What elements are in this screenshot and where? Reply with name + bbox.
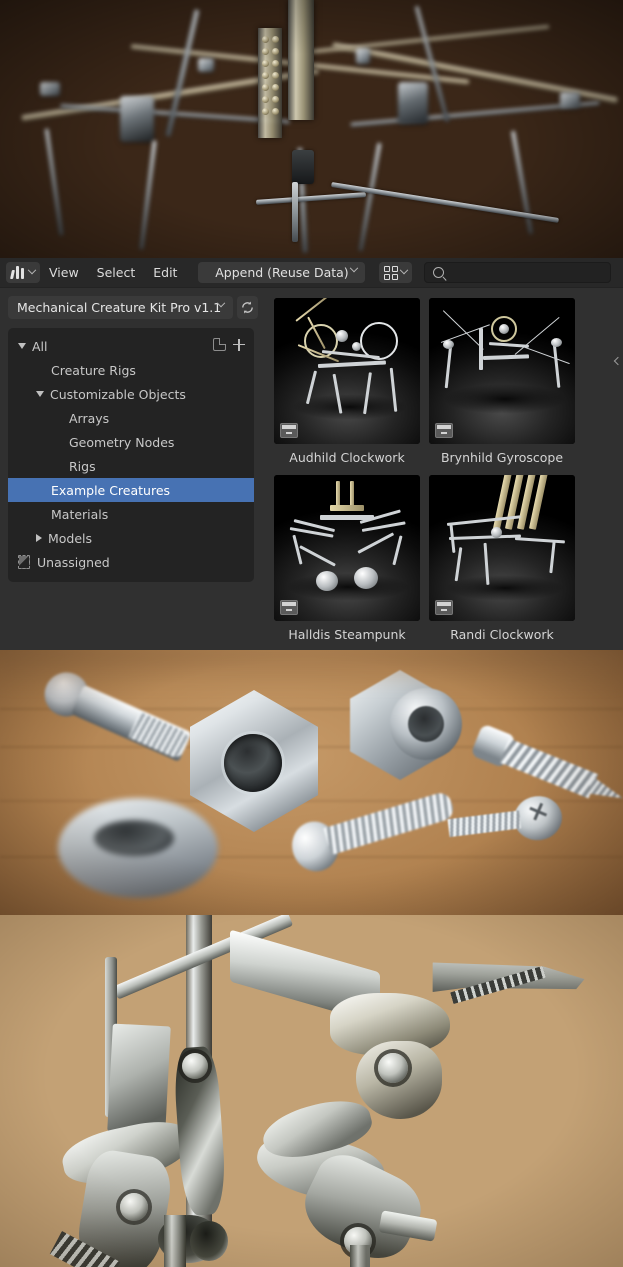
catalog-tree-item[interactable]: All [8, 334, 254, 358]
asset-grid-region: Audhild Clockwork Brynhild Gyroscope Hal… [266, 288, 623, 650]
catalog-tree-item-label: Materials [51, 506, 109, 522]
asset-thumbnail[interactable] [429, 475, 575, 621]
catalog-tree-item-label: Example Creatures [51, 482, 171, 498]
asset-label: Audhild Clockwork [289, 450, 405, 465]
catalog-tree-item-label: Arrays [69, 410, 110, 426]
library-row: Mechanical Creature Kit Pro v1.1 [8, 296, 258, 319]
chevron-down-icon [350, 263, 359, 273]
mechanical-sculpture-photo [0, 0, 623, 258]
import-method-label: Append (Reuse Data) [215, 265, 349, 280]
catalog-tree-item-label: Customizable Objects [50, 386, 186, 402]
refresh-library-button[interactable] [236, 296, 258, 319]
library-asset-badge [435, 423, 453, 438]
catalog-tree-actions [213, 338, 245, 351]
triangle-down-icon[interactable] [36, 391, 44, 397]
asset-browser-editor: View Select Edit Append (Reuse Data) Mec… [0, 258, 623, 650]
menu-edit[interactable]: Edit [144, 258, 186, 288]
catalog-tree-item-label: Unassigned [37, 554, 110, 570]
catalog-tree-item-label: Creature Rigs [51, 362, 136, 378]
catalog-tree-item[interactable]: Customizable Objects [8, 382, 254, 406]
catalog-tree-item[interactable]: Models [8, 526, 254, 550]
catalog-tree: All Creature Rigs Customizable Objects Arra… [8, 328, 254, 582]
asset-item[interactable]: Halldis Steampunk [274, 475, 420, 643]
library-asset-badge [280, 600, 298, 615]
menu-view[interactable]: View [40, 258, 88, 288]
triangle-down-icon[interactable] [18, 343, 26, 349]
catalog-tree-item[interactable]: Example Creatures [8, 478, 254, 502]
search-icon [433, 267, 445, 278]
chevron-down-icon [27, 265, 37, 274]
asset-thumbnail[interactable] [274, 475, 420, 621]
grid-view-icon [384, 265, 399, 280]
import-catalog-icon[interactable] [213, 338, 226, 351]
asset-label: Randi Clockwork [450, 627, 554, 642]
catalog-tree-item[interactable]: Geometry Nodes [8, 430, 254, 454]
editor-type-selector[interactable] [6, 262, 40, 283]
catalog-tree-item-label: Geometry Nodes [69, 434, 175, 450]
asset-label: Halldis Steampunk [288, 627, 406, 642]
catalog-tree-item[interactable]: Unassigned [8, 550, 254, 574]
asset-browser-body: Mechanical Creature Kit Pro v1.1 All Cre… [0, 288, 623, 650]
catalog-tree-item[interactable]: Rigs [8, 454, 254, 478]
catalog-tree-item-label: All [32, 338, 48, 354]
import-method-dropdown[interactable]: Append (Reuse Data) [198, 262, 366, 283]
catalog-tree-item[interactable]: Arrays [8, 406, 254, 430]
asset-item[interactable]: Audhild Clockwork [274, 298, 420, 466]
catalog-tree-item-label: Rigs [69, 458, 96, 474]
chrome-creature-photo [0, 915, 623, 1267]
asset-browser-header: View Select Edit Append (Reuse Data) [0, 258, 623, 288]
library-asset-badge [435, 600, 453, 615]
asset-library-label: Mechanical Creature Kit Pro v1.1 [17, 300, 222, 315]
nuts-and-bolts-photo [0, 650, 623, 915]
asset-thumbnail[interactable] [274, 298, 420, 444]
catalog-tree-item-label: Models [48, 530, 93, 546]
add-catalog-icon[interactable] [233, 338, 245, 351]
asset-browser-icon [10, 266, 26, 279]
catalog-tree-item[interactable]: Materials [8, 502, 254, 526]
screenshot-root: View Select Edit Append (Reuse Data) Mec… [0, 0, 623, 1267]
asset-browser-sidebar: Mechanical Creature Kit Pro v1.1 All Cre… [0, 288, 266, 650]
asset-item[interactable]: Randi Clockwork [429, 475, 575, 643]
library-asset-badge [280, 423, 298, 438]
asset-library-dropdown[interactable]: Mechanical Creature Kit Pro v1.1 [8, 296, 233, 319]
asset-thumbnail[interactable] [429, 298, 575, 444]
refresh-icon [242, 301, 253, 314]
search-input[interactable] [450, 265, 602, 280]
catalog-tree-item[interactable]: Creature Rigs [8, 358, 254, 382]
display-mode-dropdown[interactable] [379, 262, 413, 283]
open-sidebar-chevron-icon[interactable] [612, 348, 623, 374]
asset-label: Brynhild Gyroscope [440, 450, 564, 465]
search-field[interactable] [424, 262, 611, 283]
chevron-down-icon [400, 265, 409, 274]
asset-item[interactable]: Brynhild Gyroscope [429, 298, 575, 466]
unassigned-file-icon [18, 555, 30, 569]
asset-grid: Audhild Clockwork Brynhild Gyroscope Hal… [274, 298, 623, 643]
menu-select[interactable]: Select [88, 258, 145, 288]
triangle-right-icon[interactable] [36, 534, 42, 542]
